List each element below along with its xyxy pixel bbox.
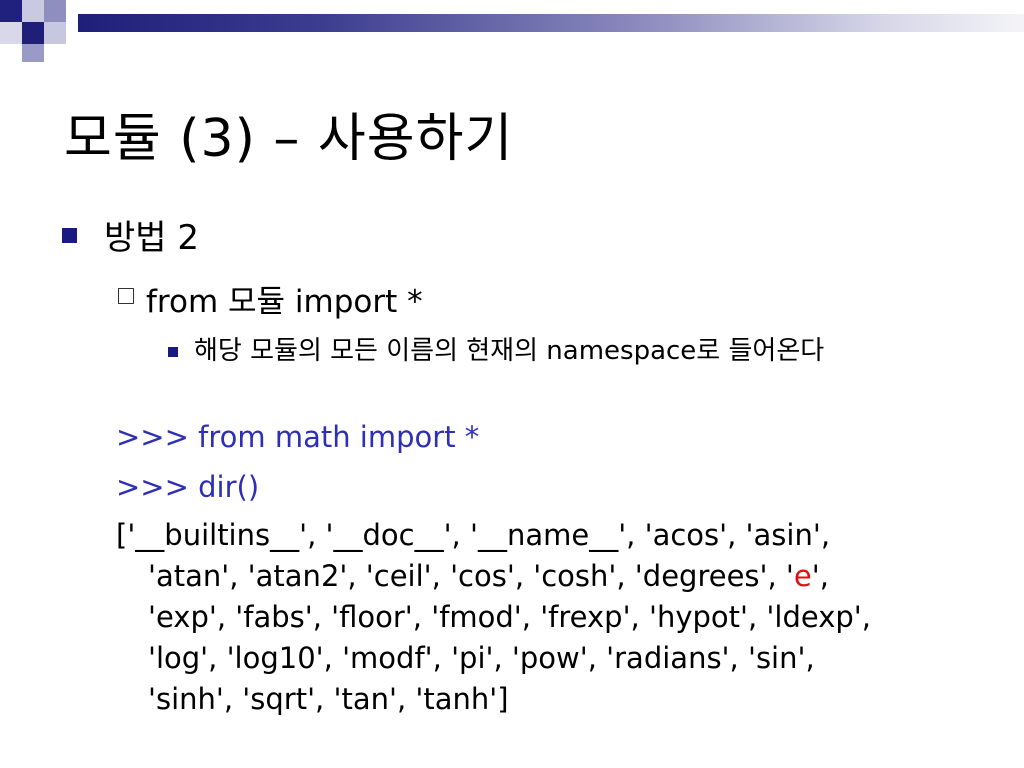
code-import-line: >>> from math import * [116,420,480,454]
filled-square-bullet-icon [62,228,77,243]
output-line: 'sinh', 'sqrt', 'tan', 'tanh'] [148,682,509,716]
code-dir-line: >>> dir() [116,470,260,504]
decor-square-icon [22,22,44,44]
decor-square-icon [0,22,22,44]
slide-title: 모듈 (3) – 사용하기 [64,109,514,169]
decor-square-icon [44,22,66,44]
header-gradient-bar [78,14,1024,32]
highlighted-name: e [793,559,812,593]
decor-square-icon [22,0,44,22]
decor-square-icon [0,0,22,22]
small-square-bullet-icon [168,347,178,357]
output-line: 'log', 'log10', 'modf', 'pi', 'pow', 'ra… [148,641,815,675]
decor-square-icon [22,44,44,62]
bullet-level3-text: 해당 모듈의 모든 이름의 현재의 namespace로 들어온다 [194,336,825,366]
bullet-level1-text: 방법 2 [104,218,199,258]
dir-output: ['__builtins__', '__doc__', '__name__', … [116,515,976,720]
header-decoration [0,0,1024,64]
output-line: 'exp', 'fabs', 'floor', 'fmod', 'frexp',… [148,600,871,634]
output-line: 'atan', 'atan2', 'ceil', 'cos', 'cosh', … [116,556,976,597]
decor-square-icon [44,0,66,22]
output-text: ', [811,559,829,593]
hollow-square-bullet-icon [118,288,134,304]
output-line: ['__builtins__', '__doc__', '__name__', … [116,518,831,552]
output-text: 'atan', 'atan2', 'ceil', 'cos', 'cosh', … [148,559,794,593]
bullet-level2-text: from 모듈 import * [146,284,423,320]
